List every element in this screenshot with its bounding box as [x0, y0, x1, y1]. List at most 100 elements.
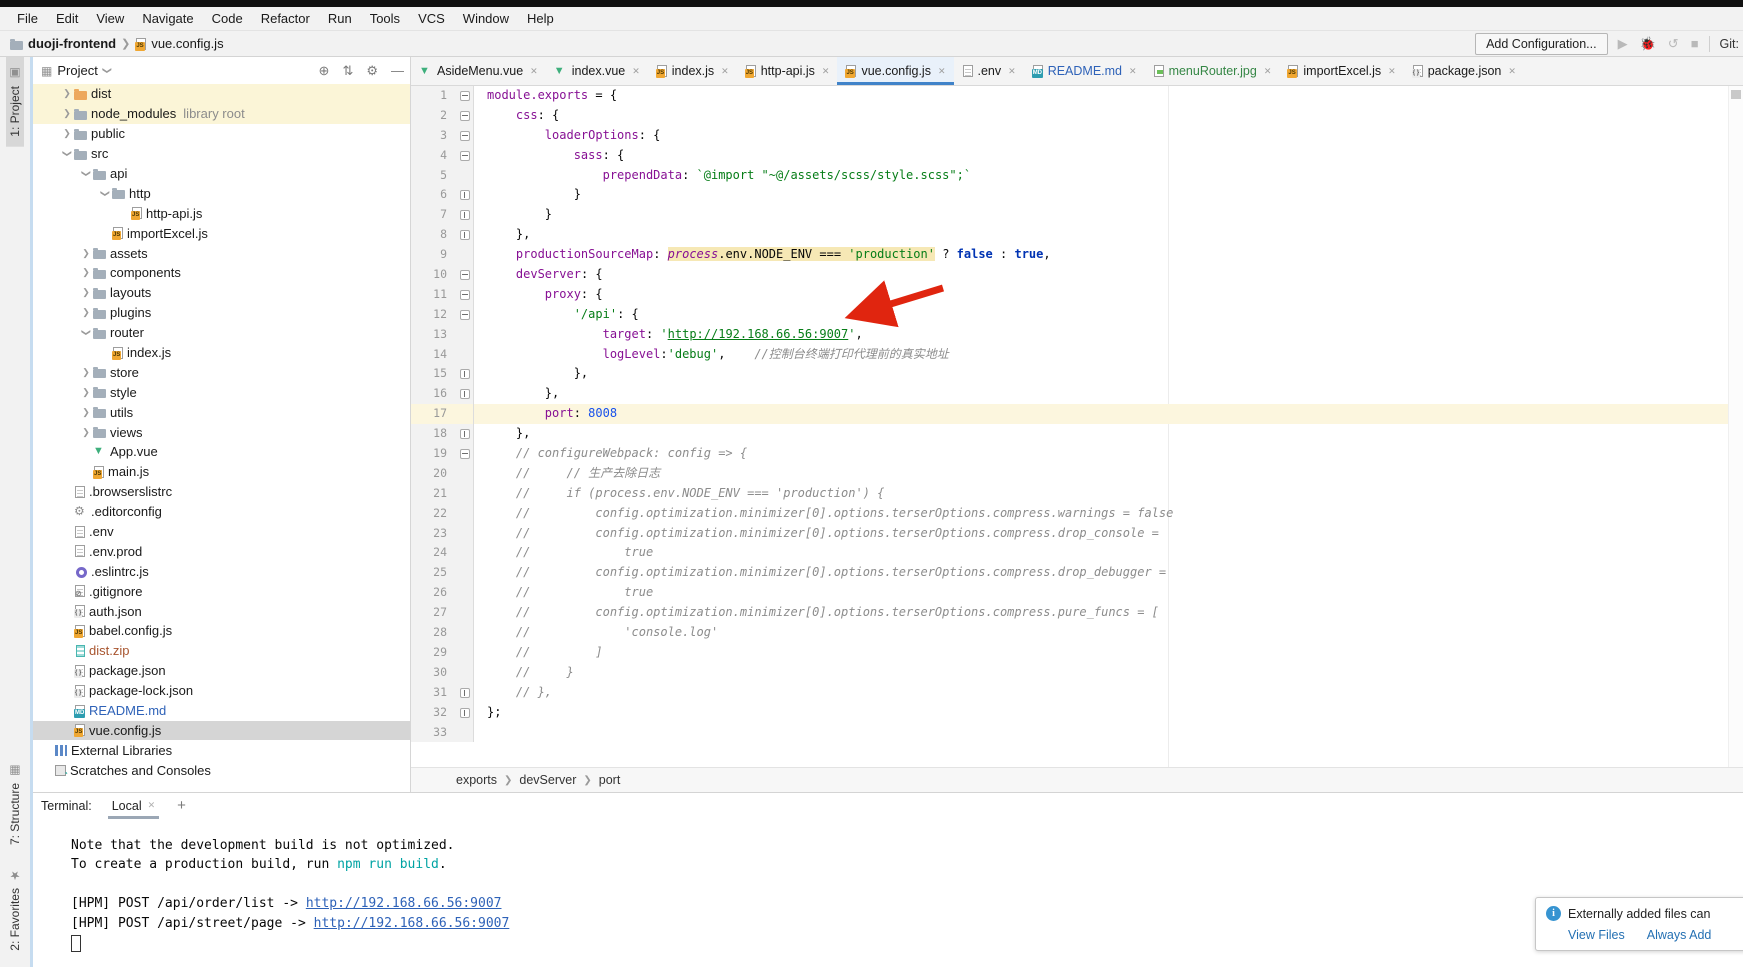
- terminal-tab-local[interactable]: Local ✕: [108, 796, 159, 816]
- code-line[interactable]: 18 },: [411, 424, 1728, 444]
- tree-item-dist[interactable]: ❯dist: [33, 84, 410, 104]
- code-line[interactable]: 10 devServer: {: [411, 265, 1728, 285]
- code-line[interactable]: 12 '/api': {: [411, 305, 1728, 325]
- add-configuration-button[interactable]: Add Configuration...: [1475, 33, 1608, 55]
- stop-icon[interactable]: ■: [1691, 36, 1699, 51]
- chevron-collapsed-icon[interactable]: ❯: [79, 407, 93, 418]
- tree-item-plugins[interactable]: ❯plugins: [33, 303, 410, 323]
- debug-icon[interactable]: 🐞: [1640, 36, 1656, 52]
- terminal-link[interactable]: http://192.168.66.56:9007: [314, 916, 510, 931]
- fold-end-icon[interactable]: [460, 688, 470, 698]
- fold-open-icon[interactable]: [460, 270, 470, 280]
- collapse-all-icon[interactable]: ⇅: [342, 63, 353, 79]
- code-line[interactable]: 16 },: [411, 384, 1728, 404]
- breadcrumb-project[interactable]: duoji-frontend: [28, 36, 116, 51]
- editor-tab-menurouter-jpg[interactable]: menuRouter.jpg✕: [1145, 57, 1280, 85]
- fold-open-icon[interactable]: [460, 290, 470, 300]
- tree-item-index-js[interactable]: index.js: [33, 343, 410, 363]
- tree-item-router[interactable]: ❯router: [33, 323, 410, 343]
- code-line[interactable]: 14 logLevel:'debug', //控制台终端打印代理前的真实地址: [411, 345, 1728, 365]
- menu-vcs[interactable]: VCS: [409, 9, 454, 28]
- tree-item-public[interactable]: ❯public: [33, 124, 410, 144]
- code-line[interactable]: 11 proxy: {: [411, 285, 1728, 305]
- fold-open-icon[interactable]: [460, 131, 470, 141]
- code-line[interactable]: 17 port: 8008: [411, 404, 1728, 424]
- code-line[interactable]: 28 // 'console.log': [411, 623, 1728, 643]
- menu-refactor[interactable]: Refactor: [252, 9, 319, 28]
- editor-tab-index-js[interactable]: index.js✕: [648, 57, 737, 85]
- code-line[interactable]: 7 }: [411, 205, 1728, 225]
- fold-open-icon[interactable]: [460, 310, 470, 320]
- editor-tab-http-api-js[interactable]: http-api.js✕: [737, 57, 838, 85]
- code-line[interactable]: 29 // ]: [411, 643, 1728, 663]
- tree-item-store[interactable]: ❯store: [33, 362, 410, 382]
- code-line[interactable]: 33: [411, 723, 1728, 743]
- close-icon[interactable]: ✕: [1129, 66, 1137, 77]
- menu-navigate[interactable]: Navigate: [133, 9, 202, 28]
- code-line[interactable]: 3 loaderOptions: {: [411, 126, 1728, 146]
- tree-item--env-prod[interactable]: .env.prod: [33, 541, 410, 561]
- menu-tools[interactable]: Tools: [361, 9, 409, 28]
- tree-item-api[interactable]: ❯api: [33, 164, 410, 184]
- git-branch-label[interactable]: Git:: [1720, 37, 1739, 51]
- editor-scrollbar[interactable]: [1728, 86, 1743, 767]
- chevron-collapsed-icon[interactable]: ❯: [79, 267, 93, 278]
- chevron-expanded-icon[interactable]: ❯: [81, 326, 92, 340]
- code-line[interactable]: 6 }: [411, 185, 1728, 205]
- menu-view[interactable]: View: [87, 9, 133, 28]
- fold-end-icon[interactable]: [460, 429, 470, 439]
- menu-help[interactable]: Help: [518, 9, 563, 28]
- editor-tab--env[interactable]: .env✕: [954, 57, 1024, 85]
- tree-item-auth-json[interactable]: auth.json: [33, 601, 410, 621]
- notification-action-view-files[interactable]: View Files: [1568, 928, 1625, 942]
- editor-breadcrumb-exports[interactable]: exports: [456, 773, 497, 787]
- tree-item-http-api-js[interactable]: http-api.js: [33, 203, 410, 223]
- close-icon[interactable]: ✕: [1508, 66, 1516, 77]
- code-line[interactable]: 9 productionSourceMap: process.env.NODE_…: [411, 245, 1728, 265]
- fold-end-icon[interactable]: [460, 210, 470, 220]
- close-icon[interactable]: ✕: [148, 800, 156, 811]
- close-icon[interactable]: ✕: [1264, 66, 1272, 77]
- code-line[interactable]: 21 // if (process.env.NODE_ENV === 'prod…: [411, 484, 1728, 504]
- close-icon[interactable]: ✕: [721, 66, 729, 77]
- editor-breadcrumb-devServer[interactable]: devServer: [519, 773, 576, 787]
- fold-open-icon[interactable]: [460, 91, 470, 101]
- code-line[interactable]: 30 // }: [411, 663, 1728, 683]
- code-line[interactable]: 13 target: 'http://192.168.66.56:9007',: [411, 325, 1728, 345]
- tree-item-style[interactable]: ❯style: [33, 382, 410, 402]
- code-line[interactable]: 27 // config.optimization.minimizer[0].o…: [411, 603, 1728, 623]
- chevron-collapsed-icon[interactable]: ❯: [79, 367, 93, 378]
- tree-item-app-vue[interactable]: App.vue: [33, 442, 410, 462]
- terminal-output[interactable]: Note that the development build is not o…: [33, 818, 1743, 967]
- chevron-down-icon[interactable]: ❯: [101, 67, 112, 75]
- inspections-widget[interactable]: [1731, 90, 1741, 99]
- tree-item--gitignore[interactable]: .gitignore: [33, 581, 410, 601]
- editor-breadcrumb-port[interactable]: port: [599, 773, 621, 787]
- tree-item-readme-md[interactable]: README.md: [33, 701, 410, 721]
- menu-file[interactable]: File: [8, 9, 47, 28]
- chevron-collapsed-icon[interactable]: ❯: [79, 287, 93, 298]
- notification-action-always-add[interactable]: Always Add: [1647, 928, 1712, 942]
- tree-item-node_modules[interactable]: ❯node_moduleslibrary root: [33, 104, 410, 124]
- tree-item--env[interactable]: .env: [33, 522, 410, 542]
- close-icon[interactable]: ✕: [938, 66, 946, 77]
- fold-end-icon[interactable]: [460, 230, 470, 240]
- breadcrumb-file[interactable]: vue.config.js: [151, 36, 223, 51]
- tree-item-src[interactable]: ❯src: [33, 144, 410, 164]
- code-line[interactable]: 2 css: {: [411, 106, 1728, 126]
- tree-item-external-libraries[interactable]: External Libraries: [33, 740, 410, 760]
- tree-item-components[interactable]: ❯components: [33, 263, 410, 283]
- tree-item-dist-zip[interactable]: dist.zip: [33, 641, 410, 661]
- tree-item-views[interactable]: ❯views: [33, 422, 410, 442]
- close-icon[interactable]: ✕: [530, 66, 538, 77]
- tree-item-vue-config-js[interactable]: vue.config.js: [33, 721, 410, 741]
- code-line[interactable]: 32};: [411, 703, 1728, 723]
- terminal-link[interactable]: http://192.168.66.56:9007: [306, 896, 502, 911]
- coverage-icon[interactable]: ↺: [1668, 36, 1679, 52]
- chevron-collapsed-icon[interactable]: ❯: [79, 248, 93, 259]
- locate-file-icon[interactable]: ⊕: [319, 63, 330, 79]
- tool-window-tab-1-project[interactable]: 1: Project▣: [6, 57, 24, 147]
- menu-run[interactable]: Run: [319, 9, 361, 28]
- panel-settings-icon[interactable]: ⚙: [366, 63, 378, 79]
- menu-window[interactable]: Window: [454, 9, 518, 28]
